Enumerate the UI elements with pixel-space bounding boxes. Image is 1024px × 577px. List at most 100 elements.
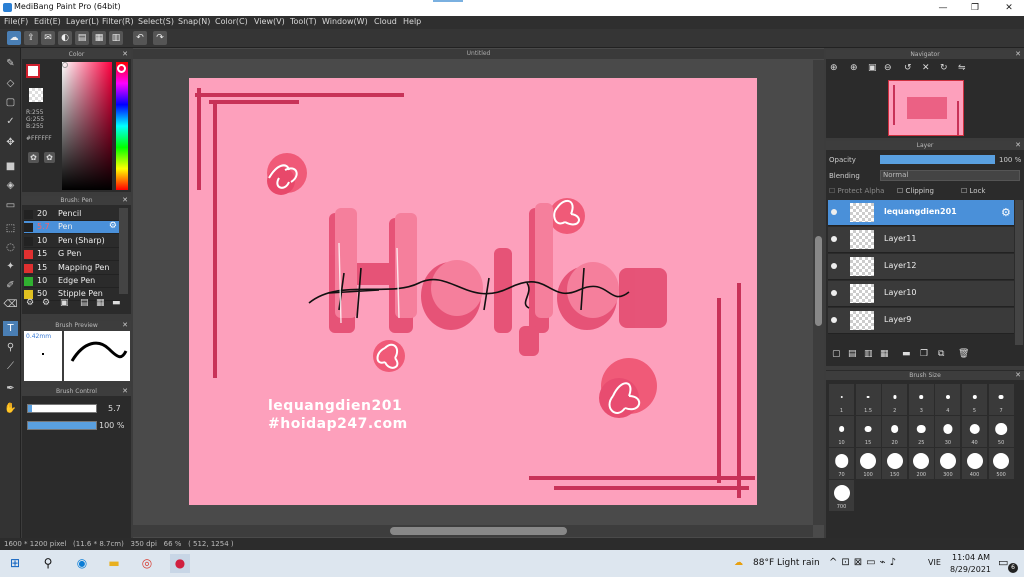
- brush-size-preset[interactable]: 2: [882, 384, 908, 415]
- rectangle-select-icon[interactable]: ▢: [3, 95, 18, 110]
- windows-start-icon[interactable]: ⊞: [5, 554, 25, 573]
- flip-icon[interactable]: ⇋: [958, 63, 966, 73]
- rotate-left-icon[interactable]: ↺: [904, 63, 912, 73]
- new-halftone-layer-icon[interactable]: ▤: [848, 349, 857, 359]
- menu-cloud[interactable]: Cloud: [374, 17, 397, 26]
- brush-size-preset[interactable]: 500: [988, 448, 1014, 479]
- hue-slider[interactable]: [116, 62, 128, 190]
- brush-size-preset[interactable]: 100: [855, 448, 881, 479]
- brush-size-preset[interactable]: 7: [988, 384, 1014, 415]
- close-icon[interactable]: ✕: [1015, 141, 1021, 150]
- menu-edit[interactable]: Edit(E): [34, 17, 61, 26]
- visibility-icon[interactable]: [831, 263, 837, 269]
- page-icon[interactable]: ▤: [75, 31, 89, 45]
- brush-opacity-slider[interactable]: [27, 421, 97, 430]
- share-icon[interactable]: ⇪: [24, 31, 38, 45]
- navigator-thumbnail[interactable]: [888, 80, 964, 136]
- select-eraser-icon[interactable]: ⌫: [3, 297, 18, 312]
- menu-select[interactable]: Select(S): [138, 17, 174, 26]
- actual-size-icon[interactable]: ⊖: [884, 63, 892, 73]
- brush-item[interactable]: 20 Pencil: [24, 208, 120, 221]
- layer-row[interactable]: Layer9: [828, 308, 1014, 334]
- brush-item[interactable]: 15 Mapping Pen: [24, 262, 120, 275]
- edge-browser-icon[interactable]: ◉: [72, 554, 92, 573]
- brush-settings-icon[interactable]: ⚙: [109, 221, 117, 231]
- close-button[interactable]: ✕: [994, 0, 1024, 16]
- visibility-icon[interactable]: [831, 317, 837, 323]
- brush-size-preset[interactable]: 1: [829, 384, 854, 415]
- saturation-value-picker[interactable]: [62, 62, 112, 190]
- magic-wand-icon[interactable]: ✦: [3, 259, 18, 274]
- move-tool-icon[interactable]: ✥: [3, 135, 18, 150]
- menu-file[interactable]: File(F): [4, 17, 28, 26]
- eyedropper-icon[interactable]: ✒: [3, 381, 18, 396]
- brush-size-preset[interactable]: 300: [935, 448, 961, 479]
- gradient-icon[interactable]: ▭: [3, 198, 18, 213]
- layer-settings-icon[interactable]: ⚙: [1001, 206, 1011, 219]
- vertical-scroll-thumb[interactable]: [815, 236, 822, 326]
- maximize-button[interactable]: ❐: [960, 0, 990, 16]
- brush-size-preset[interactable]: 5: [962, 384, 987, 415]
- layout-icon[interactable]: ▥: [109, 31, 123, 45]
- brush-size-slider[interactable]: [27, 404, 97, 413]
- clock-time[interactable]: 11:04 AM: [952, 553, 990, 562]
- reset-icon[interactable]: ✕: [922, 63, 930, 73]
- zoom-in-icon[interactable]: ⊕: [830, 63, 838, 73]
- menu-view[interactable]: View(V): [254, 17, 285, 26]
- close-icon[interactable]: ✕: [122, 50, 128, 59]
- chrome-icon[interactable]: ◎: [137, 554, 157, 573]
- dark-mode-icon[interactable]: ◐: [58, 31, 72, 45]
- layer-row[interactable]: Layer11: [828, 227, 1014, 253]
- comment-icon[interactable]: ✉: [41, 31, 55, 45]
- horizontal-scroll-thumb[interactable]: [390, 527, 567, 535]
- brush-size-preset[interactable]: 40: [962, 416, 987, 447]
- rotate-right-icon[interactable]: ↻: [940, 63, 948, 73]
- undo-icon[interactable]: ↶: [133, 31, 147, 45]
- file-explorer-icon[interactable]: ▬: [104, 554, 124, 573]
- notification-icon[interactable]: ▭: [998, 556, 1008, 569]
- visibility-icon[interactable]: [831, 236, 837, 242]
- new-1bit-layer-icon[interactable]: ▥: [864, 349, 873, 359]
- brush-item[interactable]: 10 Pen (Sharp): [24, 235, 120, 248]
- background-color-swatch[interactable]: [29, 88, 43, 102]
- close-icon[interactable]: ✕: [1015, 371, 1021, 380]
- brush-size-preset[interactable]: 15: [855, 416, 881, 447]
- menu-snap[interactable]: Snap(N): [178, 17, 210, 26]
- duplicate-layer-icon[interactable]: ❐: [920, 349, 928, 359]
- brush-size-preset[interactable]: 200: [908, 448, 934, 479]
- brush-size-preset[interactable]: 3: [908, 384, 934, 415]
- brush-item[interactable]: 10 Edge Pen: [24, 275, 120, 288]
- delete-brush-icon[interactable]: ▦: [96, 298, 105, 308]
- input-language[interactable]: VIE: [928, 558, 941, 567]
- cloud-icon[interactable]: ☁: [7, 31, 21, 45]
- blending-select[interactable]: Normal: [880, 170, 1020, 181]
- canvas-page[interactable]: lequangdien201 #hoidap247.com: [189, 78, 757, 505]
- foreground-color-swatch[interactable]: [26, 64, 40, 78]
- visibility-icon[interactable]: [831, 209, 837, 215]
- document-tab[interactable]: Untitled: [133, 49, 824, 59]
- merge-down-icon[interactable]: ⧉: [938, 349, 944, 359]
- brush-size-preset[interactable]: 4: [935, 384, 961, 415]
- brush-size-preset[interactable]: 1.5: [855, 384, 881, 415]
- minimize-button[interactable]: —: [928, 0, 958, 16]
- layer-scrollbar[interactable]: [1015, 200, 1023, 345]
- clipping-checkbox[interactable]: ☐ Clipping: [897, 187, 934, 195]
- color-wheel-icon[interactable]: ✿: [28, 152, 39, 163]
- dot-tool-icon[interactable]: ✓: [3, 114, 18, 129]
- redo-icon[interactable]: ↷: [153, 31, 167, 45]
- brush-size-preset[interactable]: 10: [829, 416, 854, 447]
- brush-settings-icon[interactable]: ⚙: [42, 298, 50, 308]
- search-icon[interactable]: ⚲: [38, 554, 58, 573]
- close-icon[interactable]: ✕: [122, 321, 128, 330]
- lasso-icon[interactable]: ◌: [3, 240, 18, 255]
- brush-size-preset[interactable]: 50: [988, 416, 1014, 447]
- layer-row[interactable]: Layer10: [828, 281, 1014, 307]
- delete-layer-icon[interactable]: 🗑: [958, 349, 969, 359]
- menu-window[interactable]: Window(W): [322, 17, 368, 26]
- add-brush-icon[interactable]: ⚙: [26, 298, 34, 308]
- brush-item[interactable]: 15 G Pen: [24, 248, 120, 262]
- palette-icon[interactable]: ✿: [44, 152, 55, 163]
- brush-size-preset[interactable]: 20: [882, 416, 908, 447]
- menu-tool[interactable]: Tool(T): [290, 17, 317, 26]
- select-icon[interactable]: ⬚: [3, 221, 18, 236]
